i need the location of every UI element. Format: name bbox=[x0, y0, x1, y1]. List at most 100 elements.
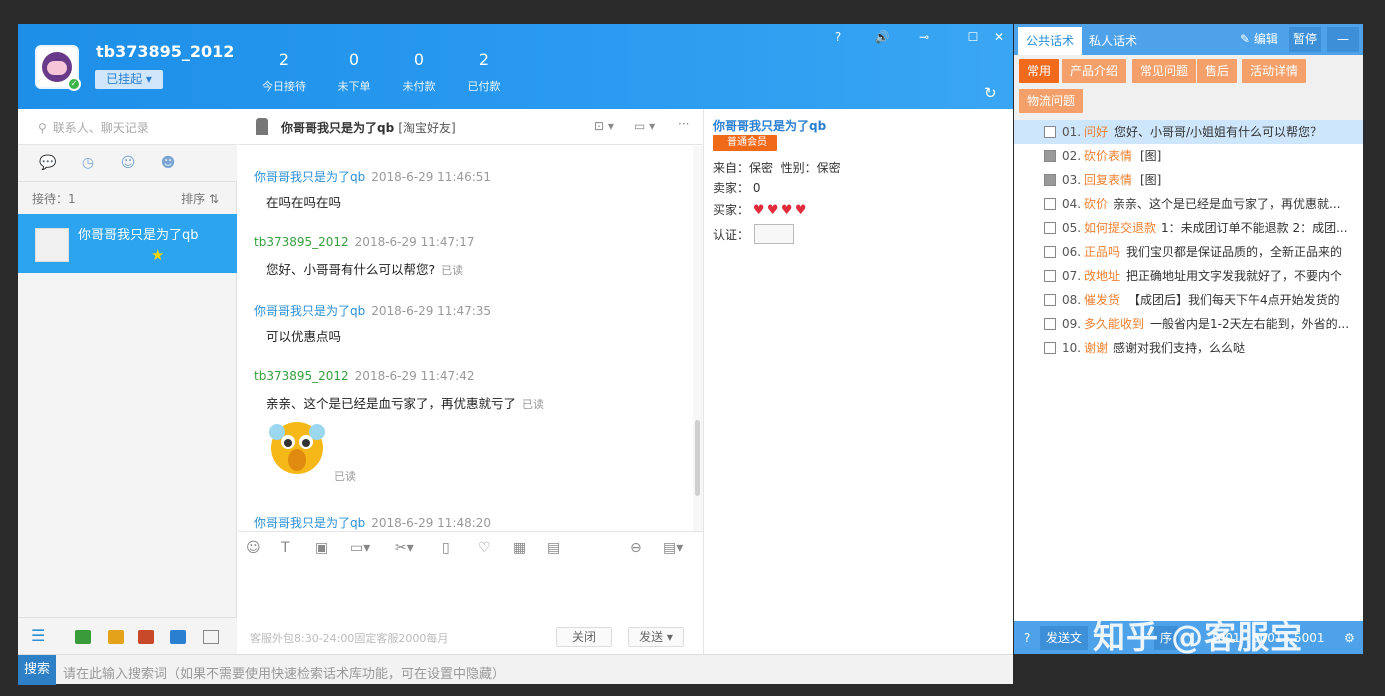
refresh-icon[interactable]: ↻ bbox=[984, 84, 997, 102]
emoji-icon[interactable]: ☺ bbox=[246, 540, 261, 556]
folder-icon[interactable]: ▭▾ bbox=[350, 540, 370, 556]
pause-button[interactable]: 暂停 bbox=[1289, 27, 1321, 52]
phrase-item[interactable]: 02. 砍价表情 [图] bbox=[1014, 144, 1363, 168]
phrase-header: 公共话术 私人话术 ✎ 编辑 暂停 — bbox=[1014, 24, 1363, 55]
category-activity[interactable]: 活动详情 bbox=[1242, 59, 1307, 83]
history-icon[interactable]: ▤▾ bbox=[663, 540, 683, 556]
status-dropdown[interactable]: 已挂起 ▾ bbox=[95, 70, 163, 89]
pin-icon[interactable]: ⊸ bbox=[913, 28, 935, 46]
scroll-thumb[interactable] bbox=[695, 420, 700, 496]
message-time: 2018-6-29 11:47:42 bbox=[354, 369, 475, 383]
shop-icon[interactable] bbox=[138, 630, 154, 644]
stat-no-order[interactable]: 0 未下单 bbox=[322, 50, 386, 94]
phrase-keyword: 问好 bbox=[1084, 125, 1109, 139]
input-toolbar: ☺ T ▣ ▭▾ ✂▾ ▯ ♡ ▦ ▤ ⊖ ▤▾ bbox=[238, 531, 703, 561]
quick-search-input[interactable]: 请在此输入搜索词（如果不需要使用快速检索话术库功能，可在设置中隐藏） bbox=[63, 663, 505, 682]
emoji-sticker[interactable] bbox=[268, 418, 326, 476]
stat-today[interactable]: 2 今日接待 bbox=[252, 50, 316, 94]
category-product[interactable]: 产品介绍 bbox=[1062, 59, 1127, 83]
phrase-text: 【成团后】我们每天下午4点开始发货的 bbox=[1128, 293, 1340, 307]
phrase-keyword: 谢谢 bbox=[1084, 341, 1109, 355]
phrase-item[interactable]: 08. 催发货 【成团后】我们每天下午4点开始发货的 bbox=[1014, 288, 1363, 312]
phrase-item[interactable]: 03. 回复表情 [图] bbox=[1014, 168, 1363, 192]
certification-icon[interactable] bbox=[754, 224, 794, 244]
heart-icon: ♥ bbox=[780, 203, 793, 218]
heart-icon[interactable]: ♡ bbox=[478, 540, 491, 556]
group-tab-icon[interactable]: ☻ bbox=[159, 155, 177, 173]
sort-button[interactable]: 排序 ⇅ bbox=[181, 190, 219, 207]
star-icon: ★ bbox=[151, 246, 165, 264]
more-icon[interactable]: ··· bbox=[678, 117, 689, 131]
plugin-icon[interactable] bbox=[75, 630, 91, 644]
menu-icon[interactable]: ☰ bbox=[31, 626, 47, 645]
minimize-button[interactable]: — bbox=[1327, 27, 1359, 52]
tab-private-phrases[interactable]: 私人话术 bbox=[1081, 27, 1145, 55]
sound-icon[interactable]: 🔊 bbox=[871, 28, 893, 46]
window-icon[interactable] bbox=[203, 630, 219, 644]
help-icon[interactable]: ? bbox=[827, 28, 849, 46]
image-icon[interactable]: ▣ bbox=[315, 540, 328, 556]
phrase-num: 10. bbox=[1062, 341, 1082, 355]
coupon-icon[interactable]: ▤ bbox=[547, 540, 560, 556]
sell-icon[interactable] bbox=[170, 630, 186, 644]
calculator-icon[interactable]: ▦ bbox=[513, 540, 526, 556]
category-tabs: 常用 产品介绍 常见问题 售后 活动详情 物流问题 bbox=[1014, 55, 1363, 120]
recent-tab-icon[interactable]: ◷ bbox=[79, 155, 97, 173]
category-aftersale[interactable]: 售后 bbox=[1197, 59, 1238, 83]
phrase-item[interactable]: 10. 谢谢 感谢对我们支持，么么哒 bbox=[1014, 336, 1363, 360]
message-time: 2018-6-29 11:47:17 bbox=[354, 235, 475, 249]
category-faq[interactable]: 常见问题 bbox=[1132, 59, 1197, 83]
settings-icon[interactable]: ⚙ bbox=[1338, 626, 1361, 650]
edit-icon: ✎ bbox=[1240, 32, 1251, 46]
plugin2-icon[interactable] bbox=[108, 630, 124, 644]
chat-tab-icon[interactable]: 💬 bbox=[39, 155, 57, 173]
scissors-icon[interactable]: ✂▾ bbox=[395, 540, 414, 556]
contact-panel: ⚲ 联系人、聊天记录 💬 ◷ ☺ ☻ 接待：1 排序 ⇅ 你哥哥我只是为了qb ★… bbox=[18, 109, 237, 654]
maximize-icon[interactable]: ☐ bbox=[962, 28, 984, 46]
contact-search-input[interactable]: ⚲ 联系人、聊天记录 bbox=[18, 109, 237, 145]
heart-icon: ♥ bbox=[752, 203, 765, 218]
font-icon[interactable]: T bbox=[281, 540, 290, 556]
phrase-num: 07. bbox=[1062, 269, 1082, 283]
vibrate-icon[interactable]: ▯ bbox=[442, 540, 450, 556]
conversation-item[interactable]: 你哥哥我只是为了qb ★ bbox=[18, 214, 237, 273]
edit-button[interactable]: ✎ 编辑 bbox=[1240, 30, 1278, 47]
signature-text: 客服外包8:30-24:00固定客服2000每月 bbox=[250, 632, 449, 645]
quick-reply-icon[interactable]: ⊖ bbox=[630, 540, 642, 556]
emoji-face-icon bbox=[269, 422, 325, 474]
phrase-item[interactable]: 04. 砍价 亲亲、这个是已经是血亏家了，再优惠就... bbox=[1014, 192, 1363, 216]
user-avatar[interactable]: ✓ bbox=[35, 45, 81, 91]
close-icon[interactable]: ✕ bbox=[988, 28, 1010, 46]
message-body: 亲亲、这个是已经是血亏家了，再优惠就亏了 已读 bbox=[266, 393, 544, 412]
phrase-text: 感谢对我们支持，么么哒 bbox=[1113, 341, 1246, 355]
quick-search-bar: 搜索 请在此输入搜索词（如果不需要使用快速检索话术库功能，可在设置中隐藏） bbox=[18, 654, 1013, 685]
waiting-row: 接待：1 排序 ⇅ bbox=[18, 181, 237, 209]
phrase-item[interactable]: 01. 问好 您好、小哥哥/小姐姐有什么可以帮您？ bbox=[1014, 120, 1363, 144]
phrase-keyword: 多久能收到 bbox=[1084, 317, 1145, 331]
close-button[interactable]: 关闭 bbox=[556, 627, 612, 647]
phrase-item[interactable]: 06. 正品吗 我们宝贝都是保证品质的，全新正品来的 bbox=[1014, 240, 1363, 264]
image-doc-icon bbox=[1044, 150, 1056, 162]
phrase-item[interactable]: 09. 多久能收到 一般省内是1-2天左右能到，外省的... bbox=[1014, 312, 1363, 336]
send-mode-button[interactable]: 发送文 bbox=[1040, 626, 1089, 650]
category-logistics[interactable]: 物流问题 bbox=[1019, 89, 1084, 113]
stat-unpaid[interactable]: 0 未付款 bbox=[387, 50, 451, 94]
phrase-item[interactable]: 07. 改地址 把正确地址用文字发我就好了，不要内个 bbox=[1014, 264, 1363, 288]
customer-origin: 来自：保密 性别：保密 bbox=[713, 159, 841, 176]
message-text: 您好、小哥哥有什么可以帮您? bbox=[266, 262, 436, 277]
message-sender: tb373895_2012 bbox=[254, 235, 349, 249]
text-doc-icon bbox=[1044, 270, 1056, 282]
screenshot-icon[interactable]: ⊡ ▾ bbox=[594, 119, 614, 133]
message-scrollbar[interactable] bbox=[693, 146, 703, 531]
phrase-item[interactable]: 05. 如何提交退款 1：未成团订单不能退款 2：成团... bbox=[1014, 216, 1363, 240]
contact-tab-icon[interactable]: ☺ bbox=[119, 155, 137, 173]
text-doc-icon bbox=[1044, 318, 1056, 330]
message-header: 你哥哥我只是为了qb 2018-6-29 11:48:20 bbox=[254, 514, 491, 531]
send-button[interactable]: 发送 ▾ bbox=[628, 627, 684, 647]
category-common[interactable]: 常用 bbox=[1019, 59, 1060, 83]
video-icon[interactable]: ▭ ▾ bbox=[634, 119, 655, 133]
stat-paid[interactable]: 2 已付款 bbox=[452, 50, 516, 94]
image-doc-icon bbox=[1044, 174, 1056, 186]
help-icon[interactable]: ? bbox=[1018, 626, 1036, 650]
tab-public-phrases[interactable]: 公共话术 bbox=[1018, 27, 1083, 55]
